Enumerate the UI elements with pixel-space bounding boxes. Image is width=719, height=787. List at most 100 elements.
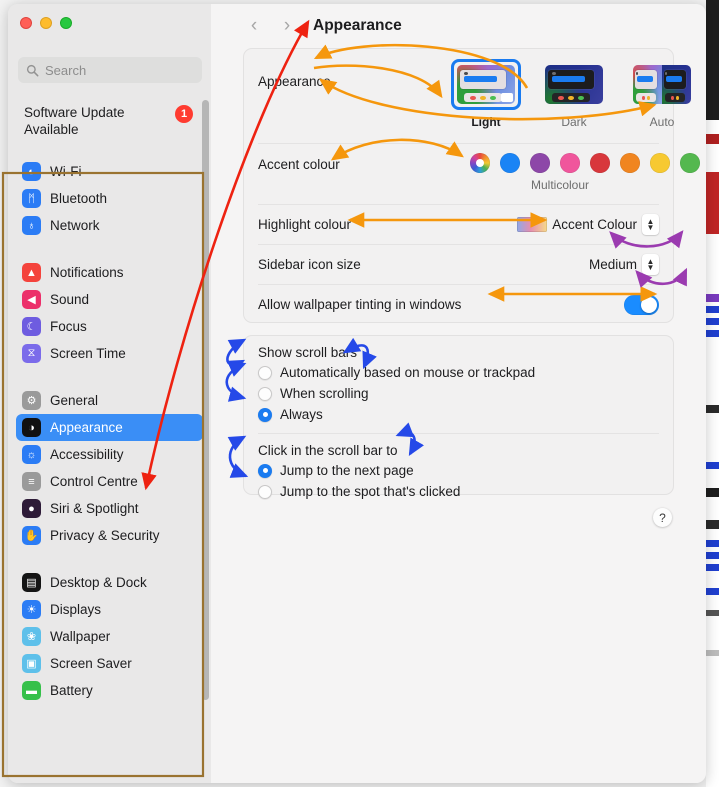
show-scroll-bars-option[interactable]: When scrolling bbox=[258, 383, 659, 404]
sidebar-icon-size-popup-button[interactable]: ▲ ▼ bbox=[642, 254, 659, 275]
sidebar-item-screen-time[interactable]: ⧖ Screen Time bbox=[16, 340, 203, 367]
radio-button[interactable] bbox=[258, 407, 272, 422]
sidebar-item-label: Desktop & Dock bbox=[50, 575, 147, 590]
sidebar-scroll-area: Software Update Available 1 ◐ Wi-Fi ᛗ Bluet… bbox=[8, 92, 211, 783]
sidebar-item-wallpaper[interactable]: ❀ Wallpaper bbox=[16, 623, 203, 650]
background-window[interactable] bbox=[706, 0, 719, 787]
sidebar-item-appearance[interactable]: ◑ Appearance bbox=[16, 414, 203, 441]
radio-button[interactable] bbox=[258, 463, 272, 478]
radio-button[interactable] bbox=[258, 484, 272, 499]
sidebar-item-label: Control Centre bbox=[50, 474, 138, 489]
sidebar-group-1: ▲ Notifications ◀ Sound ☾ Focus ⧖ Screen Time bbox=[8, 259, 211, 367]
accessibility-icon: ☼ bbox=[22, 445, 41, 464]
network-icon: ♁ bbox=[22, 216, 41, 235]
zoom-button[interactable] bbox=[60, 17, 72, 29]
sidebar-item-wi-fi[interactable]: ◐ Wi-Fi bbox=[16, 158, 203, 185]
show-scroll-bars-group: Show scroll bars Automatically based on … bbox=[244, 336, 673, 433]
sidebar-item-sound[interactable]: ◀ Sound bbox=[16, 286, 203, 313]
chevron-left-icon[interactable]: ‹ bbox=[244, 15, 264, 35]
accent-swatch-red[interactable] bbox=[590, 153, 610, 173]
sidebar-item-desktop-dock[interactable]: ▤ Desktop & Dock bbox=[16, 569, 203, 596]
general-icon: ⚙ bbox=[22, 391, 41, 410]
show-scroll-bars-option[interactable]: Always bbox=[258, 404, 659, 425]
accent-swatch-green[interactable] bbox=[680, 153, 700, 173]
radio-button[interactable] bbox=[258, 386, 272, 401]
sidebar-item-displays[interactable]: ☀ Displays bbox=[16, 596, 203, 623]
accent-swatch-blue[interactable] bbox=[500, 153, 520, 173]
sidebar-item-siri-spotlight[interactable]: ● Siri & Spotlight bbox=[16, 495, 203, 522]
thumb-dock-dot bbox=[670, 95, 675, 101]
sidebar-group-0: ◐ Wi-Fi ᛗ Bluetooth ♁ Network bbox=[8, 158, 211, 239]
wifi-icon: ◐ bbox=[22, 162, 41, 181]
sidebar-item-general[interactable]: ⚙ General bbox=[16, 387, 203, 414]
sidebar-item-label: Sound bbox=[50, 292, 90, 307]
click-scroll-bar-option[interactable]: Jump to the next page bbox=[258, 460, 659, 481]
sidebar-item-network[interactable]: ♁ Network bbox=[16, 212, 203, 239]
sidebar-item-focus[interactable]: ☾ Focus bbox=[16, 313, 203, 340]
accent-swatch-orange[interactable] bbox=[620, 153, 640, 173]
highlight-colour-popup-button[interactable]: ▲ ▼ bbox=[642, 214, 659, 235]
sidebar-item-privacy-security[interactable]: ✋ Privacy & Security bbox=[16, 522, 203, 549]
thumb-white-panel bbox=[500, 93, 514, 102]
wallpaper-tinting-toggle[interactable] bbox=[624, 294, 659, 315]
thumb-dock-dot bbox=[567, 95, 575, 101]
sidebar-item-notifications[interactable]: ▲ Notifications bbox=[16, 259, 203, 286]
thumb-window bbox=[634, 69, 658, 90]
search-field[interactable]: Search bbox=[18, 57, 202, 83]
sidebar-group-3: ▤ Desktop & Dock ☀ Displays ❀ Wallpaper ▣ Scree… bbox=[8, 569, 211, 704]
theme-option-auto[interactable]: Auto bbox=[627, 59, 697, 129]
content-pane: ‹ › Appearance Appearance Light Dark Auto … bbox=[211, 4, 706, 783]
show-scroll-bars-label: Show scroll bars bbox=[258, 345, 358, 360]
theme-thumb-half bbox=[457, 65, 515, 104]
software-update-label: Software Update Available bbox=[24, 105, 125, 137]
theme-option-dark[interactable]: Dark bbox=[539, 59, 609, 129]
theme-thumbnail-image bbox=[633, 65, 691, 104]
software-update-notice[interactable]: Software Update Available 1 bbox=[24, 104, 197, 138]
accent-swatch-yellow[interactable] bbox=[650, 153, 670, 173]
wallpaper-tinting-label: Allow wallpaper tinting in windows bbox=[258, 297, 462, 312]
theme-thumbnail[interactable] bbox=[627, 59, 697, 110]
accent-swatch-multicolour[interactable] bbox=[470, 153, 490, 173]
chevron-right-icon[interactable]: › bbox=[277, 15, 297, 35]
thumb-dock-dot bbox=[577, 95, 585, 101]
privacy-icon: ✋ bbox=[22, 526, 41, 545]
chevron-down-icon: ▼ bbox=[646, 262, 655, 272]
close-button[interactable] bbox=[20, 17, 32, 29]
theme-thumb-half bbox=[633, 65, 662, 104]
sidebar-scrollbar[interactable] bbox=[202, 100, 209, 700]
sidebar-item-screen-saver[interactable]: ▣ Screen Saver bbox=[16, 650, 203, 677]
accent-swatch-purple[interactable] bbox=[530, 153, 550, 173]
sidebar-item-label: Privacy & Security bbox=[50, 528, 160, 543]
accent-colour-label: Accent colour bbox=[258, 157, 340, 172]
bluetooth-icon: ᛗ bbox=[22, 189, 41, 208]
displays-icon: ☀ bbox=[22, 600, 41, 619]
sidebar-item-accessibility[interactable]: ☼ Accessibility bbox=[16, 441, 203, 468]
theme-thumbnail[interactable] bbox=[539, 59, 609, 110]
sidebar-item-bluetooth[interactable]: ᛗ Bluetooth bbox=[16, 185, 203, 212]
thumb-window bbox=[663, 69, 687, 90]
accent-colour-row: Accent colour Multicolour bbox=[244, 144, 700, 204]
radio-label: Jump to the spot that's clicked bbox=[280, 484, 461, 499]
sidebar-item-control-centre[interactable]: ≡ Control Centre bbox=[16, 468, 203, 495]
thumb-dock-dot bbox=[557, 95, 565, 101]
minimise-button[interactable] bbox=[40, 17, 52, 29]
radio-label: Always bbox=[280, 407, 323, 422]
sidebar-item-label: Appearance bbox=[50, 420, 123, 435]
click-scroll-bar-option[interactable]: Jump to the spot that's clicked bbox=[258, 481, 659, 502]
screen-saver-icon: ▣ bbox=[22, 654, 41, 673]
sidebar-item-battery[interactable]: ▬ Battery bbox=[16, 677, 203, 704]
radio-button[interactable] bbox=[258, 365, 272, 380]
thumb-dock-dot bbox=[646, 95, 651, 101]
theme-option-light[interactable]: Light bbox=[451, 59, 521, 129]
sound-icon: ◀ bbox=[22, 290, 41, 309]
window-controls[interactable] bbox=[20, 17, 72, 29]
help-button[interactable]: ? bbox=[653, 508, 672, 527]
search-icon bbox=[26, 64, 39, 76]
accent-swatch-pink[interactable] bbox=[560, 153, 580, 173]
theme-thumbnail-image bbox=[457, 65, 515, 104]
sidebar-item-label: Wallpaper bbox=[50, 629, 111, 644]
sidebar-item-label: Bluetooth bbox=[50, 191, 108, 206]
radio-label: When scrolling bbox=[280, 386, 369, 401]
theme-thumbnail[interactable] bbox=[451, 59, 521, 110]
show-scroll-bars-option[interactable]: Automatically based on mouse or trackpad bbox=[258, 362, 659, 383]
